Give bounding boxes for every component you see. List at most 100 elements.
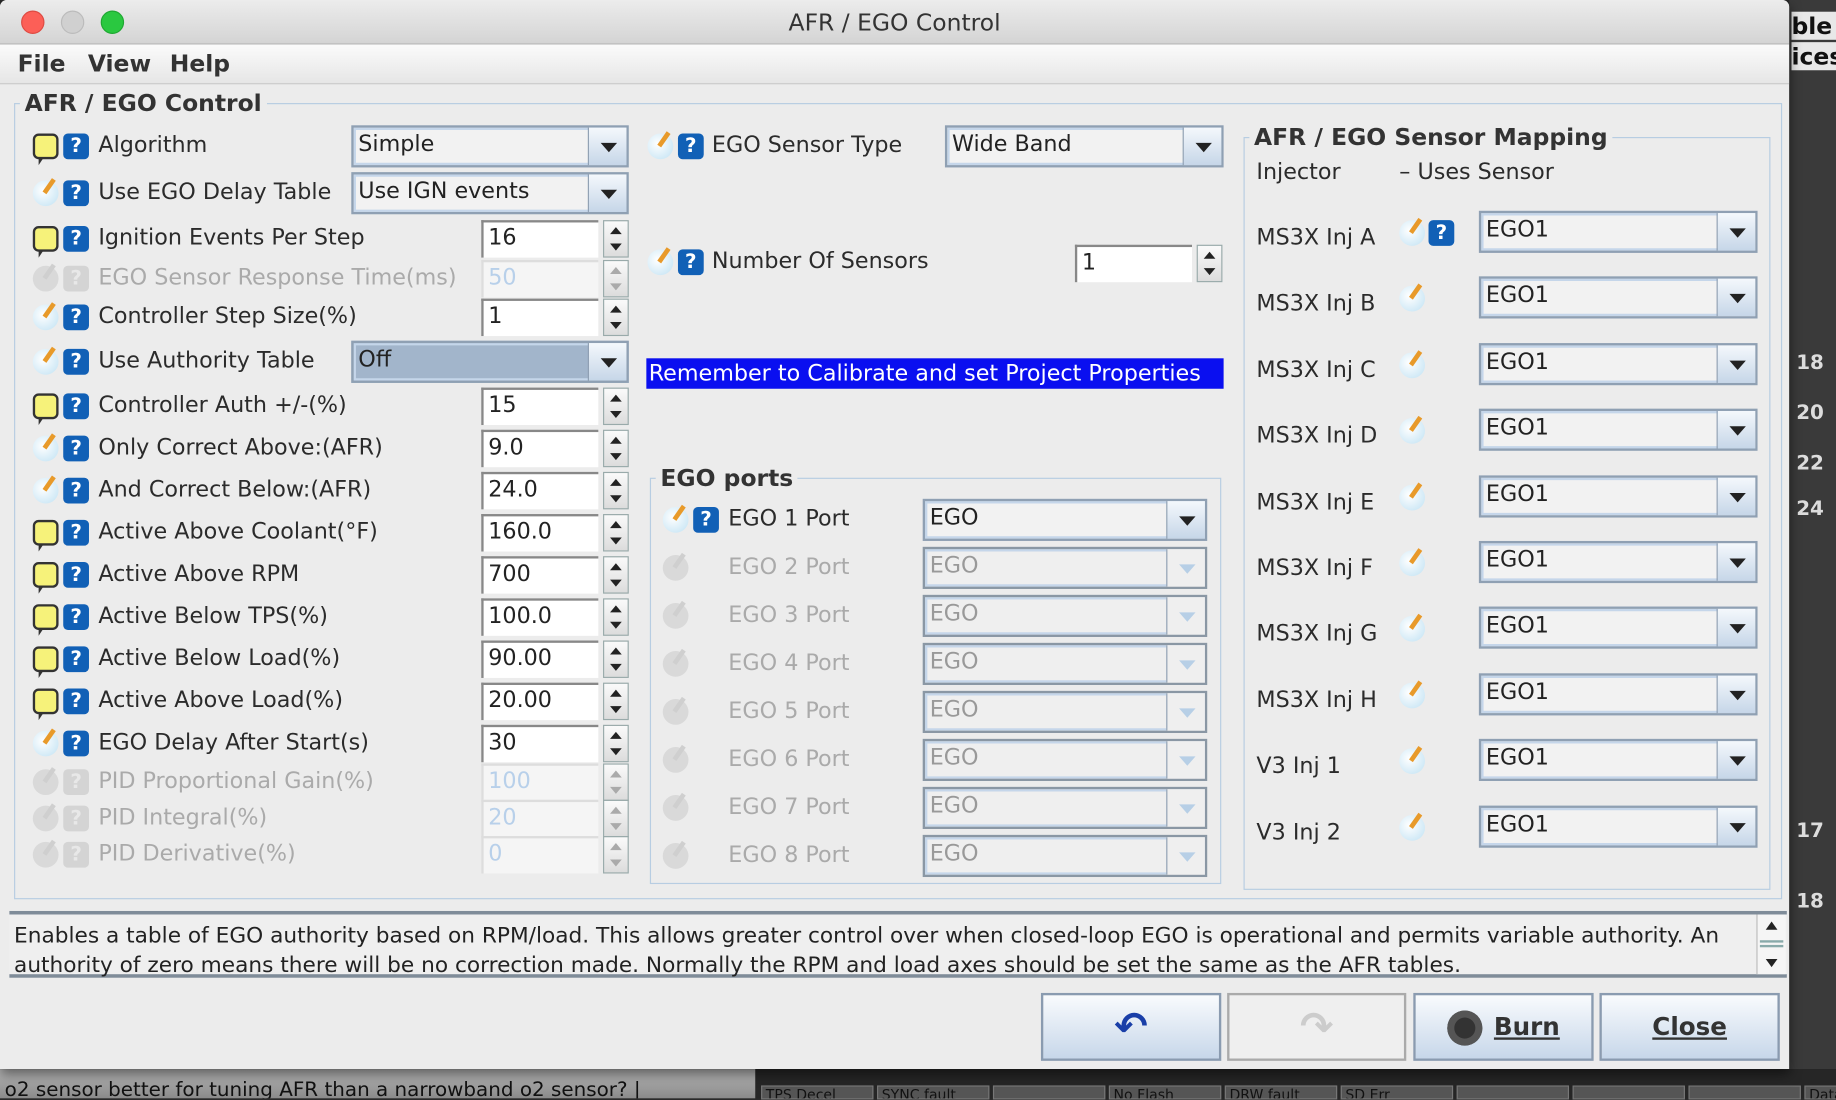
injector-7-sensor-dropdown[interactable]: EGO1 [1478, 606, 1758, 649]
active-below-tps-spinner-input[interactable]: 100.0 [481, 598, 599, 636]
injector-1-sensor-chevron-down-icon[interactable] [1716, 213, 1756, 251]
only-correct-above-afr-spinner-input[interactable]: 9.0 [481, 429, 599, 468]
help-icon[interactable]: ? [693, 507, 719, 533]
active-above-load-spinner-stepper-arrows[interactable] [603, 682, 629, 721]
only-correct-above-afr-spinner-stepper-arrows[interactable] [603, 429, 629, 468]
algorithm-dropdown[interactable]: Simple [351, 125, 629, 168]
redo-button[interactable]: ↷ [1227, 992, 1407, 1061]
help-icon[interactable]: ? [677, 249, 704, 276]
active-above-rpm-spinner[interactable]: 700 [481, 556, 629, 594]
ego-1-port-chevron-down-icon[interactable] [1166, 501, 1205, 539]
ignition-events-per-step-spinner-input[interactable]: 16 [481, 220, 599, 258]
injector-6-sensor-dropdown[interactable]: EGO1 [1478, 540, 1758, 584]
injector-10-sensor-chevron-down-icon[interactable] [1716, 807, 1756, 846]
comment-icon[interactable] [32, 562, 59, 594]
minimize-window-button[interactable] [60, 10, 85, 34]
use-ego-delay-table-dropdown[interactable]: Use IGN events [351, 172, 629, 215]
menu-file[interactable]: File [18, 49, 66, 77]
injector-3-sensor-dropdown[interactable]: EGO1 [1478, 343, 1758, 386]
burn-button[interactable]: Burn [1413, 992, 1594, 1061]
comment-icon[interactable] [32, 393, 59, 426]
close-button[interactable]: Close [1599, 992, 1780, 1061]
help-icon[interactable]: ? [677, 133, 704, 160]
ego-sensor-type-chevron-down-icon[interactable] [1182, 127, 1222, 166]
injector-10-sensor-dropdown[interactable]: EGO1 [1478, 805, 1758, 848]
description-scrollbar[interactable] [1756, 914, 1786, 975]
number-of-sensors-spinner[interactable]: 1 [1074, 244, 1223, 283]
active-above-coolant-f-spinner-input[interactable]: 160.0 [481, 514, 599, 552]
edit-note-icon[interactable] [1399, 550, 1426, 577]
injector-6-sensor-chevron-down-icon[interactable] [1716, 543, 1756, 581]
controller-auth-spinner[interactable]: 15 [481, 387, 629, 426]
help-icon[interactable]: ? [63, 304, 89, 331]
edit-note-icon[interactable] [32, 730, 59, 757]
zoom-window-button[interactable] [100, 10, 125, 34]
active-above-coolant-f-spinner[interactable]: 160.0 [481, 514, 629, 552]
active-above-load-spinner[interactable]: 20.00 [481, 682, 629, 721]
edit-note-icon[interactable] [1399, 615, 1426, 642]
help-icon[interactable]: ? [63, 225, 89, 252]
ego-sensor-type-dropdown[interactable]: Wide Band [944, 125, 1224, 168]
active-below-tps-spinner-stepper-arrows[interactable] [603, 598, 629, 636]
edit-note-icon[interactable] [32, 477, 59, 504]
comment-icon[interactable] [32, 688, 59, 721]
active-below-load-spinner[interactable]: 90.00 [481, 640, 629, 678]
ego-delay-after-start-s-spinner-input[interactable]: 30 [481, 724, 599, 763]
only-correct-above-afr-spinner[interactable]: 9.0 [481, 429, 629, 468]
edit-note-icon[interactable] [1399, 748, 1426, 774]
algorithm-chevron-down-icon[interactable] [587, 127, 627, 166]
active-below-tps-spinner[interactable]: 100.0 [481, 598, 629, 636]
injector-8-sensor-chevron-down-icon[interactable] [1716, 675, 1756, 714]
edit-note-icon[interactable] [32, 435, 59, 462]
comment-icon[interactable] [32, 604, 59, 636]
use-ego-delay-table-chevron-down-icon[interactable] [587, 174, 627, 212]
help-icon[interactable]: ? [1428, 220, 1455, 246]
ego-delay-after-start-s-spinner[interactable]: 30 [481, 724, 629, 763]
help-icon[interactable]: ? [63, 348, 89, 375]
active-below-load-spinner-input[interactable]: 90.00 [481, 640, 599, 678]
active-above-rpm-spinner-input[interactable]: 700 [481, 556, 599, 594]
active-above-coolant-f-spinner-stepper-arrows[interactable] [603, 514, 629, 552]
injector-2-sensor-chevron-down-icon[interactable] [1716, 278, 1756, 317]
injector-9-sensor-chevron-down-icon[interactable] [1716, 741, 1756, 779]
controller-step-size-spinner-input[interactable]: 1 [481, 298, 599, 337]
controller-step-size-spinner[interactable]: 1 [481, 298, 629, 337]
undo-button[interactable]: ↶ [1040, 992, 1222, 1061]
injector-9-sensor-dropdown[interactable]: EGO1 [1478, 738, 1758, 782]
number-of-sensors-spinner-stepper-arrows[interactable] [1196, 244, 1223, 283]
edit-note-icon[interactable] [32, 304, 59, 331]
ego-delay-after-start-s-spinner-stepper-arrows[interactable] [603, 724, 629, 763]
injector-4-sensor-dropdown[interactable]: EGO1 [1478, 408, 1758, 451]
menu-view[interactable]: View [88, 49, 151, 77]
edit-note-icon[interactable] [1399, 220, 1426, 246]
active-above-load-spinner-input[interactable]: 20.00 [481, 682, 599, 721]
injector-1-sensor-dropdown[interactable]: EGO1 [1478, 210, 1758, 253]
help-icon[interactable]: ? [63, 393, 89, 420]
edit-note-icon[interactable] [647, 249, 674, 276]
edit-note-icon[interactable] [1399, 418, 1426, 444]
ignition-events-per-step-spinner[interactable]: 16 [481, 220, 629, 258]
injector-4-sensor-chevron-down-icon[interactable] [1716, 410, 1756, 449]
edit-note-icon[interactable] [647, 133, 674, 160]
injector-5-sensor-dropdown[interactable]: EGO1 [1478, 475, 1758, 518]
edit-note-icon[interactable] [662, 507, 689, 533]
edit-note-icon[interactable] [1399, 285, 1426, 312]
active-below-load-spinner-stepper-arrows[interactable] [603, 640, 629, 678]
edit-note-icon[interactable] [1399, 814, 1426, 841]
edit-note-icon[interactable] [1399, 484, 1426, 511]
help-icon[interactable]: ? [63, 133, 89, 160]
ignition-events-per-step-spinner-stepper-arrows[interactable] [603, 220, 629, 258]
help-icon[interactable]: ? [63, 730, 89, 757]
help-icon[interactable]: ? [63, 562, 89, 588]
ego-1-port-dropdown[interactable]: EGO [922, 498, 1208, 541]
help-icon[interactable]: ? [63, 180, 89, 207]
controller-auth-spinner-stepper-arrows[interactable] [603, 387, 629, 426]
edit-note-icon[interactable] [1399, 352, 1426, 379]
edit-note-icon[interactable] [32, 348, 59, 375]
comment-icon[interactable] [32, 133, 59, 166]
and-correct-below-afr-spinner-stepper-arrows[interactable] [603, 471, 629, 510]
controller-step-size-spinner-stepper-arrows[interactable] [603, 298, 629, 337]
injector-5-sensor-chevron-down-icon[interactable] [1716, 477, 1756, 516]
injector-7-sensor-chevron-down-icon[interactable] [1716, 608, 1756, 647]
injector-3-sensor-chevron-down-icon[interactable] [1716, 345, 1756, 383]
